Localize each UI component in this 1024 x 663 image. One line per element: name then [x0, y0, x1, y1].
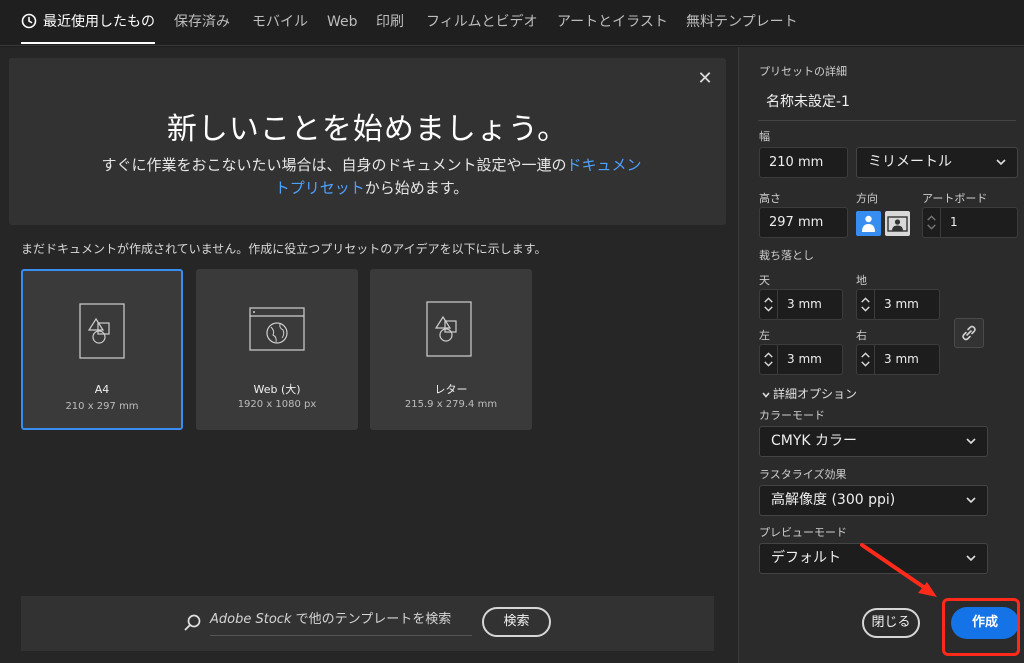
- chevron-down-icon: [966, 555, 976, 562]
- portrait-orientation-button[interactable]: [856, 211, 881, 236]
- preset-details-label: プリセットの詳細: [759, 65, 847, 78]
- color-mode-value: CMYK カラー: [771, 433, 858, 449]
- bleed-bottom-stepper[interactable]: 3 mm: [856, 289, 940, 320]
- raster-effects-label: ラスタライズ効果: [759, 468, 847, 481]
- stepper-arrows-icon[interactable]: [760, 290, 778, 319]
- tab-print[interactable]: 印刷: [376, 0, 404, 46]
- orientation-label: 方向: [856, 192, 878, 205]
- annotation-arrow-icon: [860, 543, 937, 597]
- chevron-down-icon: [966, 497, 976, 504]
- portrait-icon: [862, 215, 875, 232]
- bleed-top-value: 3 mm: [787, 297, 822, 311]
- welcome-subtitle: すぐに作業をおこないたい場合は、自身のドキュメント設定や一連のドキュメントプリセ…: [99, 154, 644, 200]
- width-label: 幅: [759, 130, 770, 143]
- tab-mobile[interactable]: モバイル: [252, 0, 308, 46]
- preset-name: A4: [94, 383, 110, 396]
- chevron-down-icon: [762, 391, 770, 398]
- stepper-arrows-icon[interactable]: [857, 290, 875, 319]
- close-button[interactable]: 閉じる: [862, 608, 920, 638]
- clock-icon: [21, 13, 37, 28]
- tab-film-video[interactable]: フィルムとビデオ: [426, 0, 537, 46]
- stepper-arrows-icon[interactable]: [857, 345, 875, 374]
- close-icon[interactable]: ✕: [694, 68, 716, 90]
- preset-card-a4[interactable]: A4 210 x 297 mm: [21, 269, 183, 430]
- stepper-arrows-icon[interactable]: [923, 208, 941, 237]
- bleed-right-label: 右: [856, 329, 867, 342]
- welcome-subtitle-text: すぐに作業をおこないたい場合は、自身のドキュメント設定や一連の: [101, 156, 567, 174]
- advanced-options-toggle[interactable]: 詳細オプション: [761, 385, 857, 402]
- tab-recent-label: 最近使用したもの: [43, 14, 155, 30]
- welcome-banner: 新しいことを始めましょう。 すぐに作業をおこないたい場合は、自身のドキュメント設…: [9, 58, 726, 225]
- annotation-highlight-box: [942, 598, 1020, 656]
- artboard-count-stepper[interactable]: 1: [922, 207, 1018, 238]
- tab-saved[interactable]: 保存済み: [174, 0, 230, 46]
- bleed-left-value: 3 mm: [787, 352, 822, 366]
- bleed-top-label: 天: [759, 274, 770, 287]
- color-mode-label: カラーモード: [759, 409, 825, 422]
- search-button[interactable]: 検索: [482, 607, 551, 637]
- preset-name: レター: [434, 383, 468, 396]
- tab-art-illustration[interactable]: アートとイラスト: [557, 0, 668, 46]
- artboard-count-value: 1: [950, 215, 958, 229]
- landscape-icon: [887, 216, 908, 232]
- artboard-label: アートボード: [922, 192, 988, 205]
- stepper-arrows-icon[interactable]: [760, 345, 778, 374]
- chain-link-icon: [962, 325, 976, 341]
- width-input[interactable]: 210 mm: [759, 147, 848, 178]
- preset-name: Web (大): [253, 383, 301, 396]
- tab-free-templates[interactable]: 無料テンプレート: [686, 0, 798, 46]
- welcome-subtitle-text-end: から始めます。: [364, 179, 469, 197]
- unit-value: ミリメートル: [868, 154, 952, 170]
- stock-search-input[interactable]: Adobe Stock で他のテンプレートを検索: [210, 610, 472, 636]
- preset-size: 1920 x 1080 px: [237, 399, 317, 410]
- color-mode-select[interactable]: CMYK カラー: [759, 426, 988, 457]
- preview-mode-value: デフォルト: [771, 550, 841, 566]
- height-input[interactable]: 297 mm: [759, 207, 848, 238]
- preset-card-web-large[interactable]: Web (大) 1920 x 1080 px: [196, 269, 358, 430]
- divider: [758, 120, 1016, 121]
- welcome-title: 新しいことを始めましょう。: [166, 112, 569, 147]
- preset-size: 215.9 x 279.4 mm: [404, 399, 498, 410]
- document-shapes-icon: [79, 303, 125, 359]
- bleed-label: 裁ち落とし: [759, 249, 814, 262]
- bleed-bottom-value: 3 mm: [884, 297, 919, 311]
- chevron-down-icon: [996, 159, 1006, 166]
- raster-effects-value: 高解像度 (300 ppi): [771, 492, 896, 508]
- landscape-orientation-button[interactable]: [885, 211, 910, 236]
- preview-mode-label: プレビューモード: [759, 526, 847, 539]
- search-placeholder: で他のテンプレートを検索: [291, 612, 452, 627]
- bleed-left-stepper[interactable]: 3 mm: [759, 344, 843, 375]
- tab-recent[interactable]: 最近使用したもの: [21, 0, 155, 46]
- bleed-bottom-label: 地: [856, 274, 867, 287]
- search-icon: [184, 614, 201, 631]
- raster-effects-select[interactable]: 高解像度 (300 ppi): [759, 485, 988, 516]
- preset-size: 210 x 297 mm: [65, 401, 139, 412]
- unit-select[interactable]: ミリメートル: [856, 147, 1018, 178]
- empty-state-note: まだドキュメントが作成されていません。作成に役立つプリセットのアイデアを以下に示…: [21, 242, 547, 256]
- main-area: 新しいことを始めましょう。 すぐに作業をおこないたい場合は、自身のドキュメント設…: [0, 47, 738, 663]
- browser-globe-icon: [249, 307, 305, 351]
- bleed-left-label: 左: [759, 329, 770, 342]
- tab-web[interactable]: Web: [327, 0, 358, 46]
- chevron-down-icon: [966, 438, 976, 445]
- link-bleed-button[interactable]: [954, 318, 984, 348]
- document-shapes-icon: [426, 301, 472, 357]
- bleed-top-stepper[interactable]: 3 mm: [759, 289, 843, 320]
- adobe-stock-label: Adobe Stock: [210, 612, 292, 627]
- advanced-options-label: 詳細オプション: [773, 387, 858, 401]
- height-label: 高さ: [759, 192, 781, 205]
- preset-card-letter[interactable]: レター 215.9 x 279.4 mm: [370, 269, 532, 430]
- preset-name-field[interactable]: 名称未設定-1: [766, 91, 850, 111]
- bleed-right-stepper[interactable]: 3 mm: [856, 344, 940, 375]
- bleed-right-value: 3 mm: [884, 352, 919, 366]
- top-tab-bar: 最近使用したもの 保存済み モバイル Web 印刷 フィルムとビデオ アートとイ…: [0, 0, 1024, 46]
- stock-search-bar: Adobe Stock で他のテンプレートを検索 検索: [21, 596, 714, 651]
